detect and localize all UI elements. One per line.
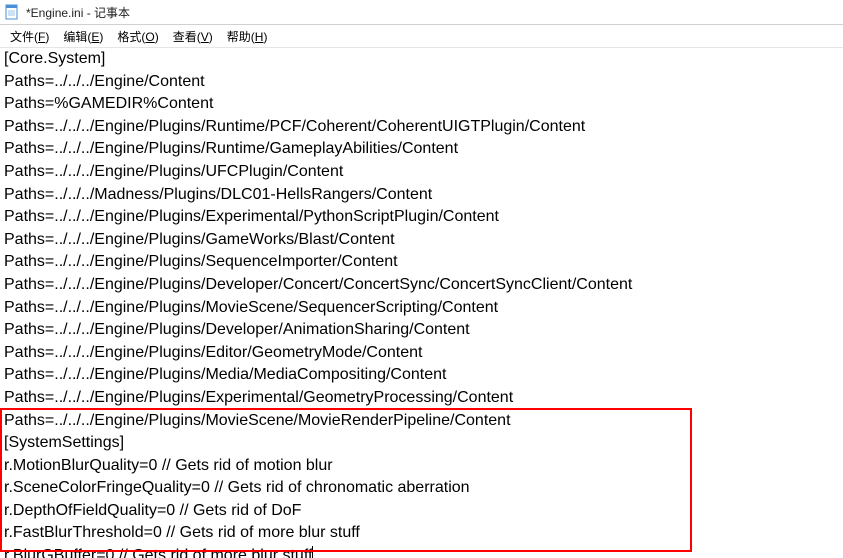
editor-line[interactable]: r.SceneColorFringeQuality=0 // Gets rid …	[4, 477, 839, 500]
editor-line[interactable]: Paths=../../../Engine/Plugins/MovieScene…	[4, 297, 839, 320]
editor-line[interactable]: Paths=../../../Engine/Plugins/MovieScene…	[4, 410, 839, 433]
editor-line[interactable]: Paths=../../../Engine/Plugins/GameWorks/…	[4, 229, 839, 252]
window-title: *Engine.ini - 记事本	[26, 4, 130, 21]
menu-file[interactable]: 文件(F)	[4, 26, 55, 47]
menubar: 文件(F) 编辑(E) 格式(O) 查看(V) 帮助(H)	[0, 25, 843, 48]
editor-line[interactable]: [SystemSettings]	[4, 432, 839, 455]
text-caret	[312, 546, 313, 558]
editor-line[interactable]: r.BlurGBuffer=0 // Gets rid of more blur…	[4, 545, 839, 558]
notepad-icon	[4, 4, 20, 20]
menu-help[interactable]: 帮助(H)	[221, 26, 274, 47]
editor-line[interactable]: Paths=../../../Engine/Plugins/SequenceIm…	[4, 251, 839, 274]
editor-content[interactable]: [Core.System]Paths=../../../Engine/Conte…	[0, 48, 843, 558]
menu-edit[interactable]: 编辑(E)	[57, 26, 109, 47]
editor-line[interactable]: Paths=../../../Engine/Content	[4, 71, 839, 94]
editor-line[interactable]: Paths=../../../Madness/Plugins/DLC01-Hel…	[4, 184, 839, 207]
editor-line[interactable]: Paths=../../../Engine/Plugins/Developer/…	[4, 274, 839, 297]
editor-line[interactable]: Paths=../../../Engine/Plugins/Runtime/Ga…	[4, 138, 839, 161]
editor-line[interactable]: Paths=../../../Engine/Plugins/Experiment…	[4, 206, 839, 229]
editor-line[interactable]: r.DepthOfFieldQuality=0 // Gets rid of D…	[4, 500, 839, 523]
editor-line[interactable]: r.MotionBlurQuality=0 // Gets rid of mot…	[4, 455, 839, 478]
editor-line[interactable]: Paths=../../../Engine/Plugins/Media/Medi…	[4, 364, 839, 387]
editor-line[interactable]: [Core.System]	[4, 48, 839, 71]
titlebar: *Engine.ini - 记事本	[0, 0, 843, 25]
editor-line[interactable]: Paths=../../../Engine/Plugins/Experiment…	[4, 387, 839, 410]
menu-format[interactable]: 格式(O)	[111, 26, 164, 47]
editor-line[interactable]: Paths=../../../Engine/Plugins/Developer/…	[4, 319, 839, 342]
menu-view[interactable]: 查看(V)	[167, 26, 219, 47]
editor-line[interactable]: Paths=../../../Engine/Plugins/UFCPlugin/…	[4, 161, 839, 184]
editor-line[interactable]: r.FastBlurThreshold=0 // Gets rid of mor…	[4, 522, 839, 545]
editor-area[interactable]: [Core.System]Paths=../../../Engine/Conte…	[0, 48, 843, 558]
editor-line[interactable]: Paths=../../../Engine/Plugins/Editor/Geo…	[4, 342, 839, 365]
editor-line[interactable]: Paths=../../../Engine/Plugins/Runtime/PC…	[4, 116, 839, 139]
editor-line[interactable]: Paths=%GAMEDIR%Content	[4, 93, 839, 116]
